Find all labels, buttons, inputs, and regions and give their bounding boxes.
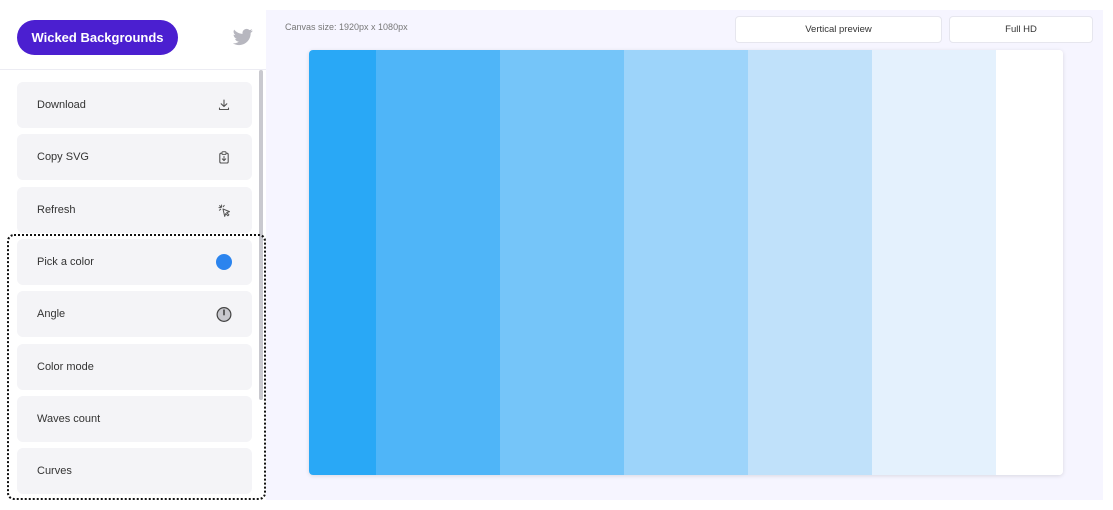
resolution-button[interactable]: Full HD — [949, 16, 1093, 43]
main-panel: Canvas size: 1920px x 1080px Vertical pr… — [266, 10, 1103, 500]
clock-icon[interactable] — [216, 306, 232, 322]
pick-color-label: Pick a color — [37, 256, 94, 268]
refresh-button[interactable]: Refresh — [17, 187, 252, 233]
download-button[interactable]: Download — [17, 82, 252, 128]
sidebar-divider — [0, 69, 266, 70]
curves-label: Curves — [37, 465, 72, 477]
download-label: Download — [37, 99, 86, 111]
refresh-label: Refresh — [37, 204, 76, 216]
preview-canvas — [309, 50, 1063, 475]
color-mode-button[interactable]: Color mode — [17, 344, 252, 390]
preview-stripe — [309, 50, 376, 475]
copy-svg-label: Copy SVG — [37, 151, 89, 163]
sidebar: Wicked Backgrounds Download Copy SVG Ref… — [0, 0, 266, 510]
preview-stripe — [996, 50, 1063, 475]
download-icon — [216, 97, 232, 113]
waves-count-button[interactable]: Waves count — [17, 396, 252, 442]
preview-stripe — [748, 50, 872, 475]
preview-stripe — [624, 50, 748, 475]
waves-count-label: Waves count — [37, 413, 101, 425]
preview-stripe — [872, 50, 996, 475]
color-mode-label: Color mode — [37, 361, 94, 373]
brand-button[interactable]: Wicked Backgrounds — [17, 20, 178, 55]
clipboard-icon — [216, 149, 232, 165]
canvas-size-text: Canvas size: 1920px x 1080px — [285, 22, 408, 32]
preview-stripe — [376, 50, 500, 475]
preview-stripe — [500, 50, 624, 475]
angle-label: Angle — [37, 308, 66, 320]
background-preview — [309, 50, 1063, 475]
vertical-preview-button[interactable]: Vertical preview — [735, 16, 942, 43]
curves-button[interactable]: Curves — [17, 448, 252, 494]
pointer-click-icon — [216, 202, 232, 218]
angle-button[interactable]: Angle — [17, 291, 252, 337]
copy-svg-button[interactable]: Copy SVG — [17, 134, 252, 180]
color-dot-icon[interactable] — [216, 254, 232, 270]
pick-color-button[interactable]: Pick a color — [17, 239, 252, 285]
twitter-icon[interactable] — [232, 28, 253, 46]
sidebar-scrollbar[interactable] — [259, 70, 263, 400]
